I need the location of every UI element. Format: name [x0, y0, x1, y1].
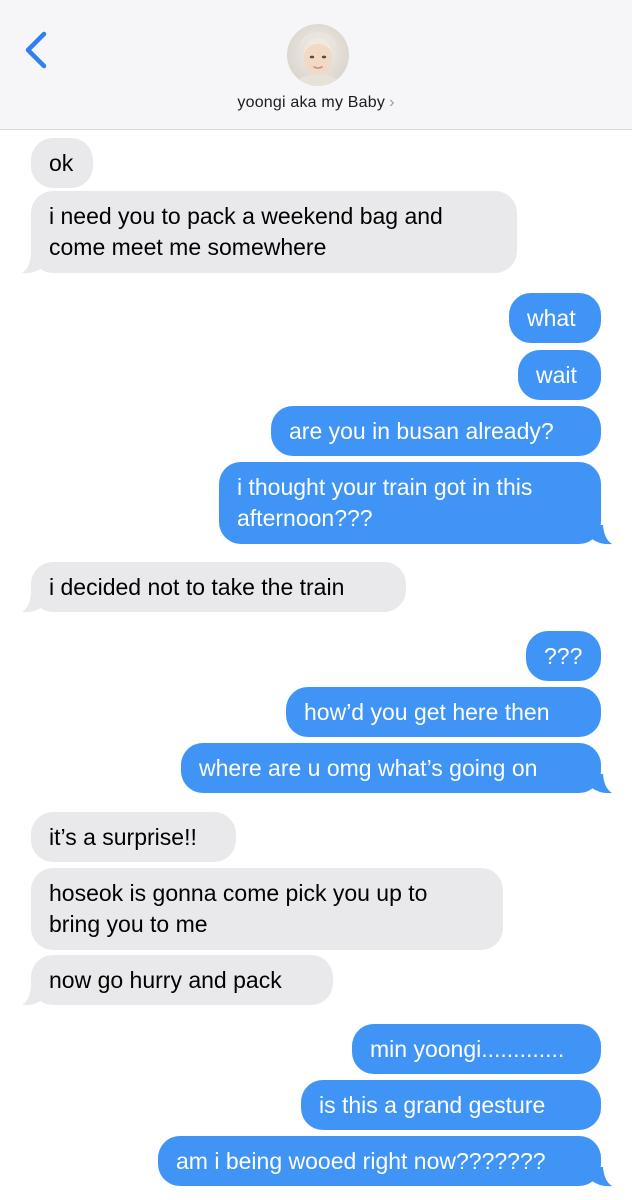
- contact-name-text: yoongi aka my Baby: [237, 94, 386, 111]
- bubble-tail: [592, 774, 612, 794]
- bubble-tail: [592, 525, 612, 545]
- message-bubble[interactable]: ok: [31, 138, 93, 188]
- bubble-tail: [592, 1167, 612, 1187]
- contact-name[interactable]: yoongi aka my Baby ›: [0, 94, 632, 112]
- message-text: hoseok is gonna come pick you up to: [49, 880, 428, 906]
- message-text: where are u omg what’s going on: [199, 755, 538, 781]
- bubble-tail: [22, 593, 42, 613]
- message-bubble[interactable]: it’s a surprise!!: [31, 812, 236, 862]
- message-bubble[interactable]: how’d you get here then: [286, 687, 601, 737]
- message-bubble[interactable]: wait: [518, 350, 601, 400]
- bubble-tail: [22, 254, 42, 274]
- message-bubble[interactable]: where are u omg what’s going on: [181, 743, 601, 793]
- bubble-tail: [22, 986, 42, 1006]
- message-text: ???: [544, 643, 583, 669]
- message-text: i thought your train got in this: [237, 474, 533, 500]
- message-text: wait: [536, 362, 577, 388]
- message-bubble[interactable]: am i being wooed right now???????: [158, 1136, 601, 1186]
- message-text: bring you to me: [49, 911, 208, 937]
- message-bubble[interactable]: what: [509, 293, 601, 343]
- message-text: how’d you get here then: [304, 699, 550, 725]
- message-text: min yoongi.............: [370, 1036, 565, 1062]
- back-button[interactable]: [20, 30, 54, 70]
- message-bubble[interactable]: now go hurry and pack: [31, 955, 333, 1005]
- message-text: is this a grand gesture: [319, 1092, 546, 1118]
- message-bubble[interactable]: is this a grand gesture: [301, 1080, 601, 1130]
- message-text: what: [527, 305, 576, 331]
- message-text: i need you to pack a weekend bag and: [49, 203, 443, 229]
- message-bubble[interactable]: i need you to pack a weekend bag and com…: [31, 191, 517, 273]
- message-thread[interactable]: ok i need you to pack a weekend bag and …: [0, 130, 632, 1200]
- message-bubble[interactable]: ???: [526, 631, 601, 681]
- message-text: now go hurry and pack: [49, 967, 282, 993]
- message-text: afternoon???: [237, 505, 373, 531]
- message-bubble[interactable]: i thought your train got in this afterno…: [219, 462, 601, 544]
- message-text: am i being wooed right now???????: [176, 1148, 546, 1174]
- avatar-photo: [287, 24, 349, 86]
- conversation-header: yoongi aka my Baby ›: [0, 0, 632, 130]
- chevron-left-icon: [25, 31, 47, 69]
- message-text: i decided not to take the train: [49, 574, 345, 600]
- chevron-right-icon: ›: [389, 94, 395, 111]
- message-bubble[interactable]: hoseok is gonna come pick you up to brin…: [31, 868, 503, 950]
- message-text: are you in busan already?: [289, 418, 554, 444]
- message-text: ok: [49, 150, 74, 176]
- message-text: it’s a surprise!!: [49, 824, 197, 850]
- message-text: come meet me somewhere: [49, 234, 327, 260]
- avatar[interactable]: [287, 24, 349, 86]
- message-bubble[interactable]: min yoongi.............: [352, 1024, 601, 1074]
- message-bubble[interactable]: are you in busan already?: [271, 406, 601, 456]
- message-bubble[interactable]: i decided not to take the train: [31, 562, 406, 612]
